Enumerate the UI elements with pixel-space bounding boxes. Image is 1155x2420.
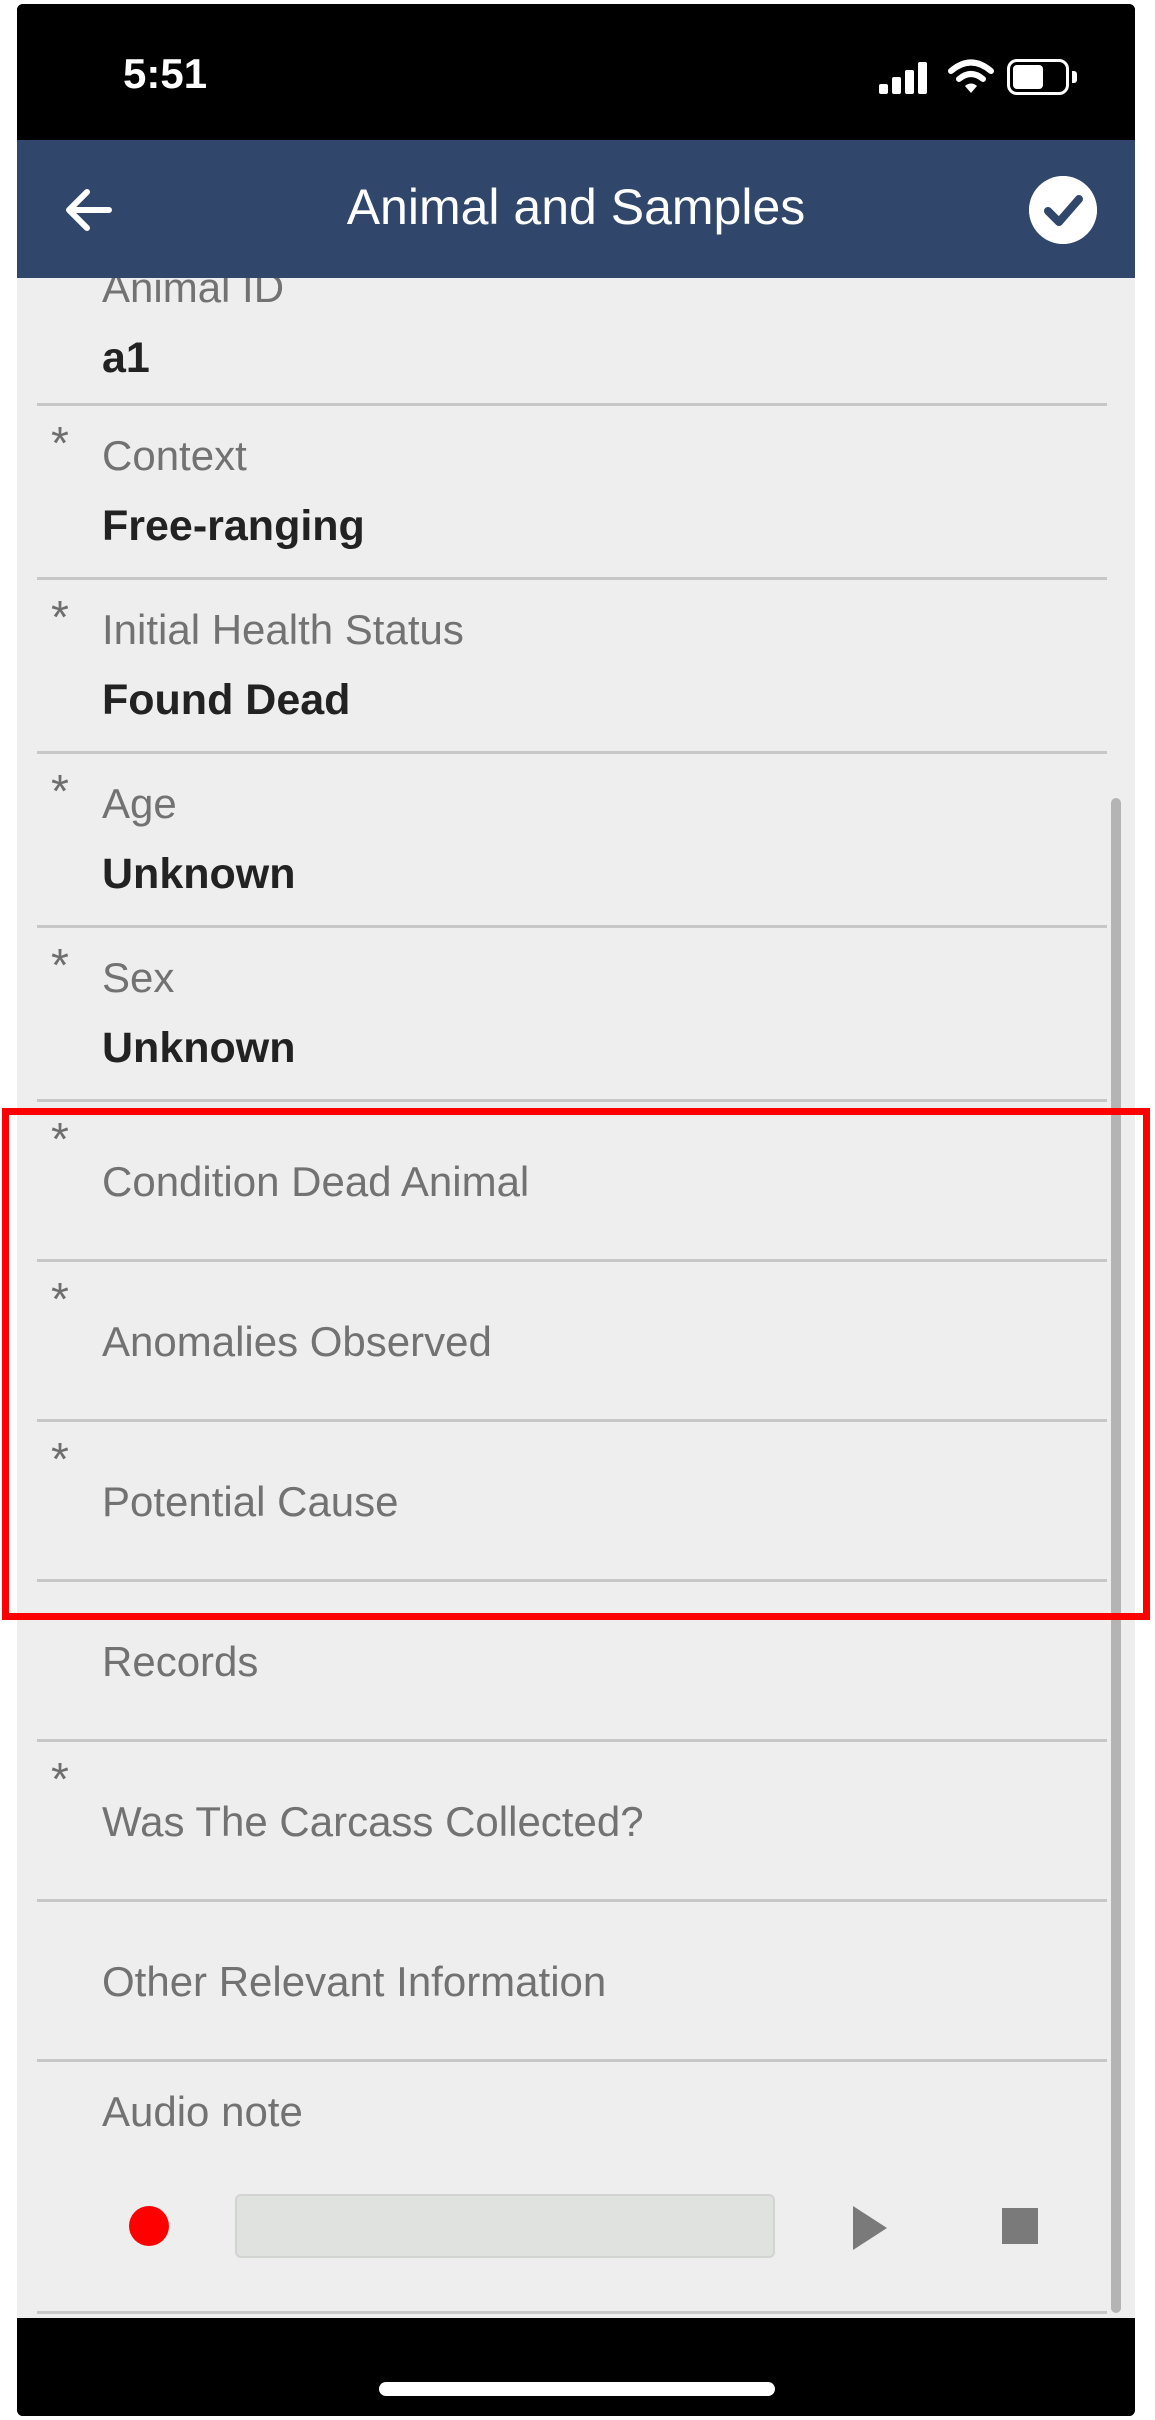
record-button[interactable] (129, 2206, 169, 2246)
field-context[interactable]: * Context Free-ranging (37, 406, 1107, 580)
home-indicator[interactable] (379, 2382, 775, 2396)
required-marker: * (51, 939, 69, 991)
required-marker: * (51, 417, 69, 469)
status-time: 5:51 (123, 50, 208, 97)
wifi-icon (948, 59, 994, 93)
required-marker: * (51, 1753, 69, 1805)
field-initial-health-status[interactable]: * Initial Health Status Found Dead (37, 580, 1107, 754)
status-bar: 5:51 (17, 4, 1135, 140)
field-label: Initial Health Status (102, 606, 464, 653)
field-value: Unknown (102, 850, 296, 898)
field-value: Free-ranging (102, 502, 365, 550)
field-audio-note: Audio note (37, 2062, 1107, 2314)
field-label: Context (102, 432, 247, 479)
stop-button[interactable] (1002, 2208, 1038, 2244)
field-value: Found Dead (102, 676, 351, 724)
home-bar-area (17, 2318, 1135, 2416)
field-sex[interactable]: * Sex Unknown (37, 928, 1107, 1102)
play-button[interactable] (853, 2206, 887, 2250)
field-value: Unknown (102, 1024, 296, 1072)
field-label: Was The Carcass Collected? (102, 1798, 644, 1845)
field-label: Audio note (102, 2088, 303, 2135)
highlight-box (2, 1108, 1150, 1620)
field-label: Animal ID (102, 278, 285, 311)
cellular-signal-icon (879, 62, 931, 94)
audio-progress-track[interactable] (235, 2194, 775, 2258)
field-other-relevant-information[interactable]: Other Relevant Information (37, 1902, 1107, 2062)
field-carcass-collected[interactable]: * Was The Carcass Collected? (37, 1742, 1107, 1902)
required-marker: * (51, 765, 69, 817)
field-label: Sex (102, 954, 175, 1001)
field-animal-id[interactable]: Animal ID a1 (37, 278, 1107, 406)
field-value: a1 (102, 334, 150, 382)
required-marker: * (51, 591, 69, 643)
battery-icon (1007, 59, 1077, 95)
app-header: Animal and Samples (17, 140, 1135, 278)
field-age[interactable]: * Age Unknown (37, 754, 1107, 928)
page-title: Animal and Samples (346, 179, 806, 235)
check-circle-icon[interactable] (1029, 176, 1097, 244)
field-label: Records (102, 1638, 259, 1685)
field-label: Other Relevant Information (102, 1958, 607, 2005)
field-label: Age (102, 780, 177, 827)
